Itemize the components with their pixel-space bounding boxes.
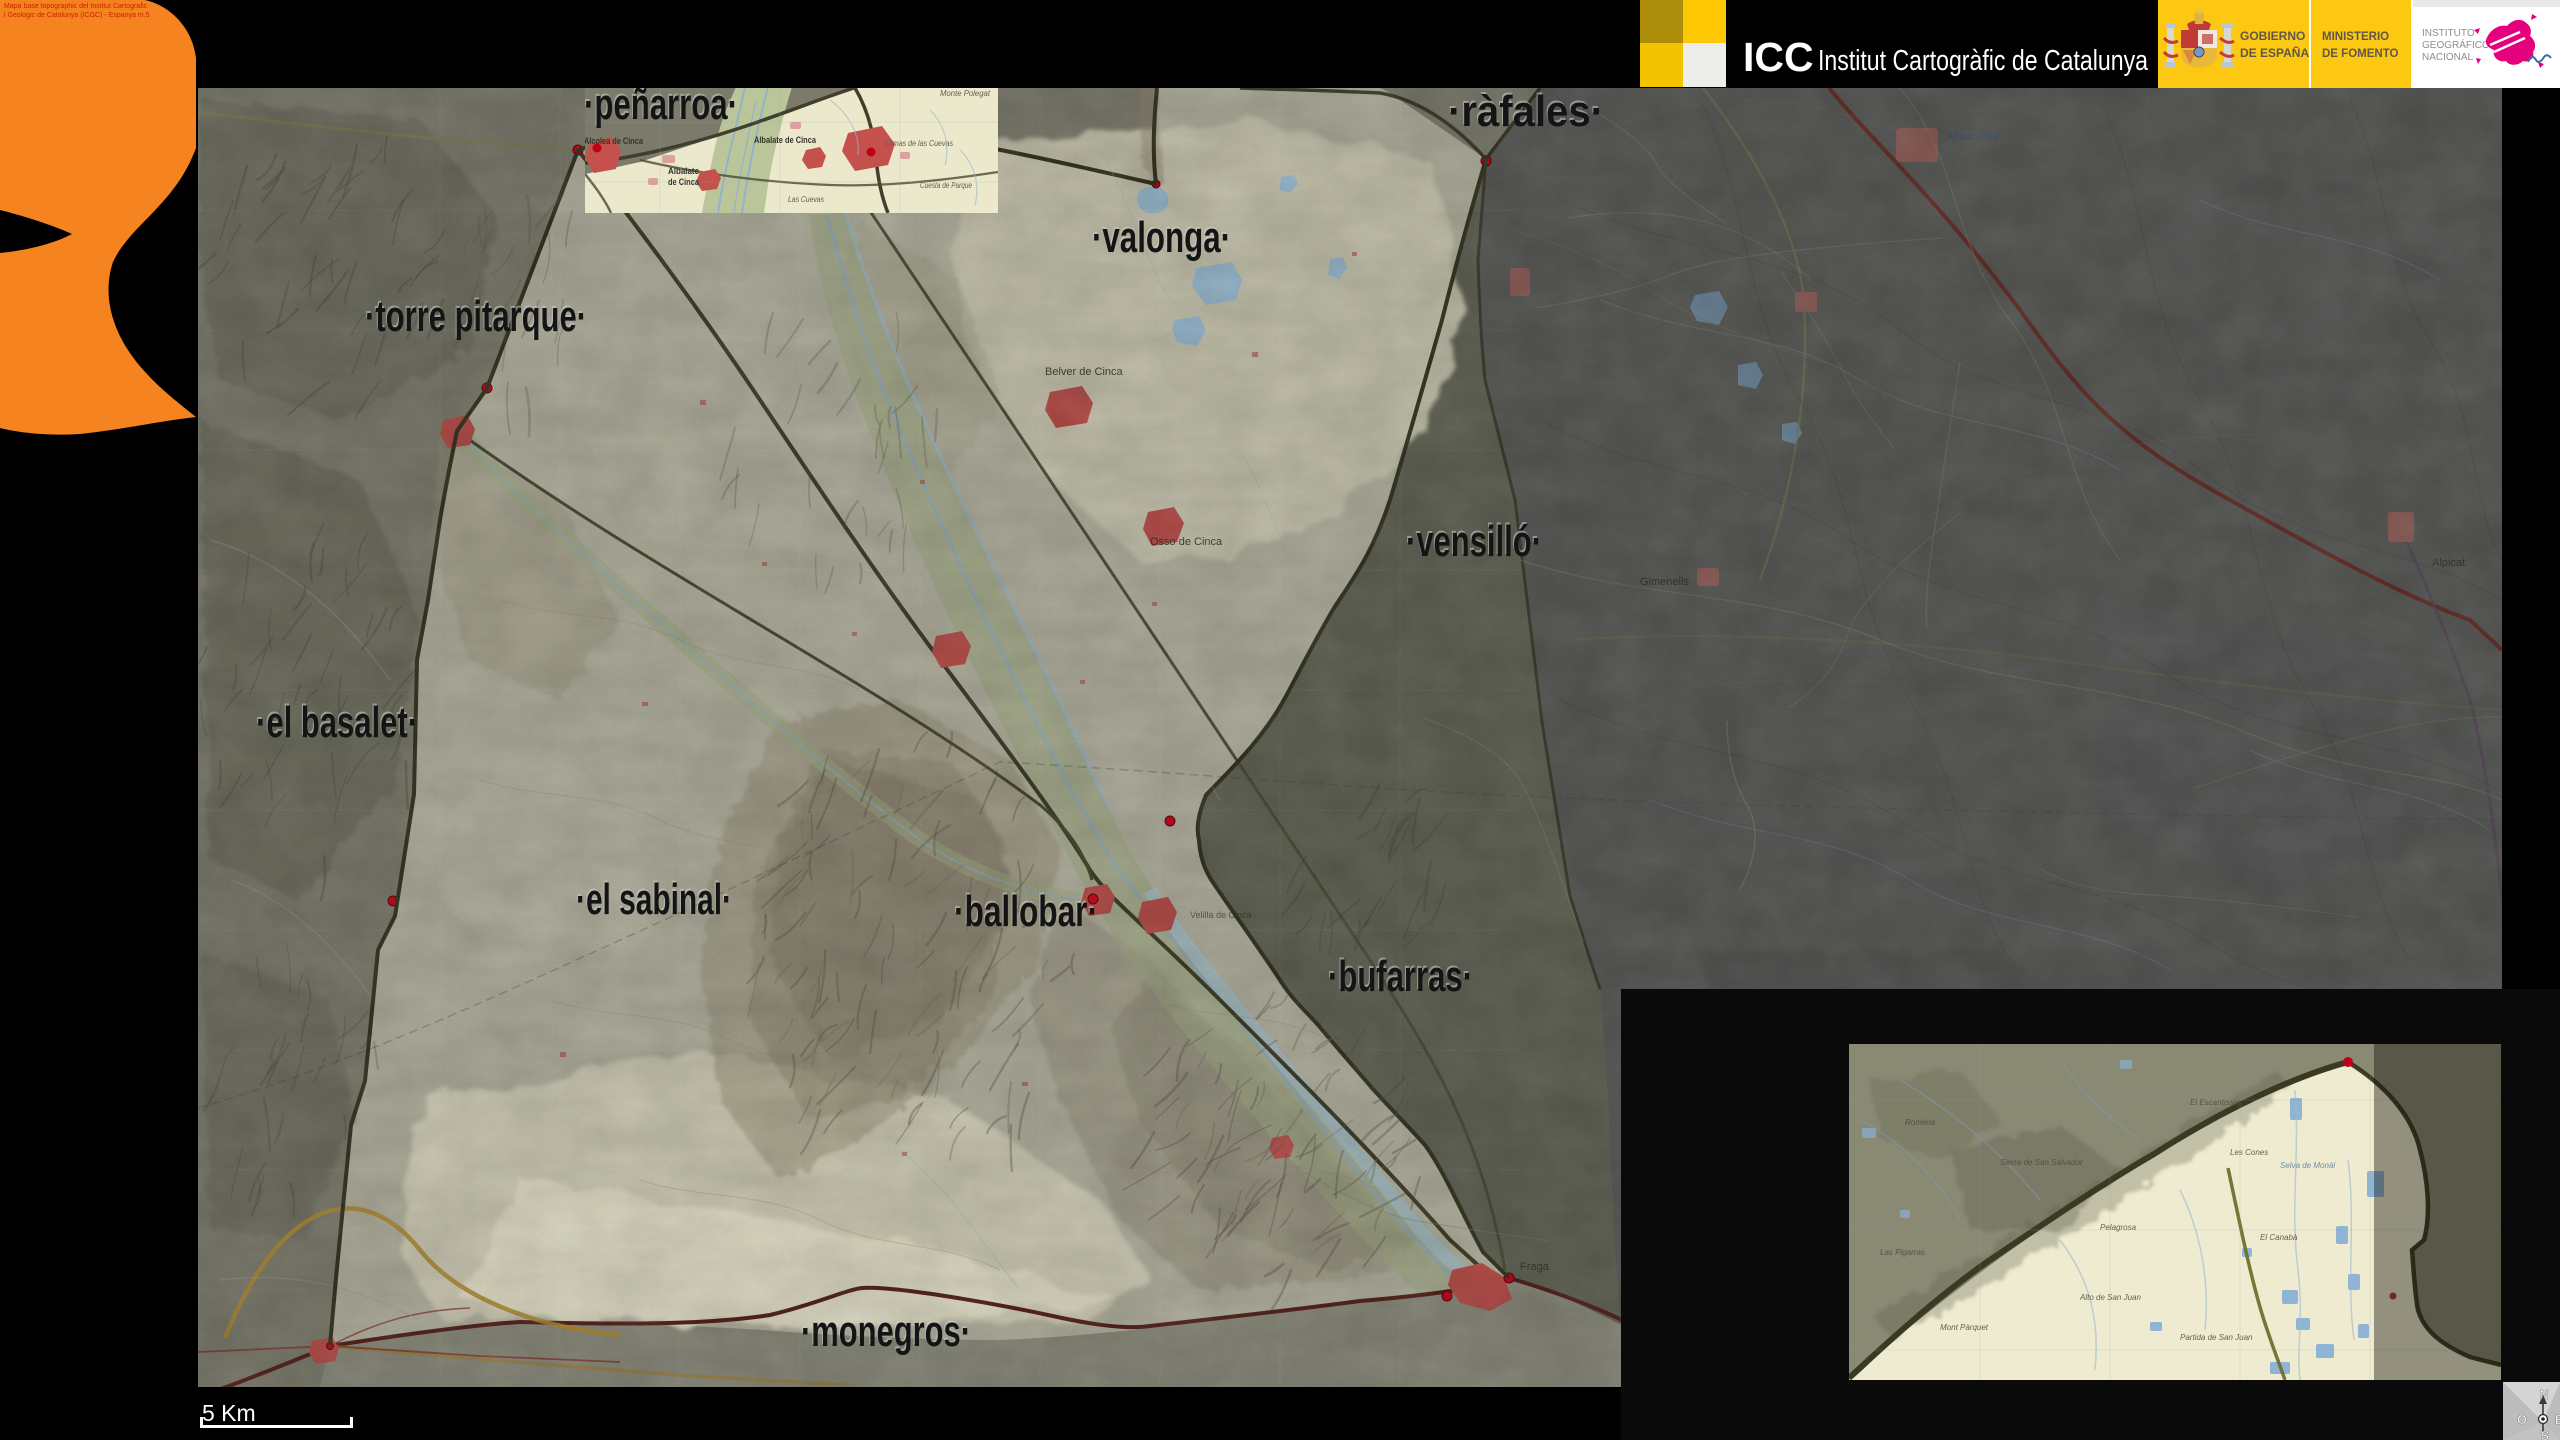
svg-text:·valonga·: ·valonga· <box>1092 213 1231 262</box>
svg-text:E: E <box>2555 1413 2560 1427</box>
svg-text:Mapa base topographic del Inst: Mapa base topographic del Institut Carto… <box>4 3 148 10</box>
svg-text:·bufarras·: ·bufarras· <box>1328 952 1473 1001</box>
svg-text:INSTITUTO: INSTITUTO <box>2422 28 2475 39</box>
svg-text:Institut Cartogràfic de Catalu: Institut Cartogràfic de Catalunya <box>1818 45 2149 77</box>
svg-text:El Escantissat: El Escantissat <box>2190 1098 2241 1107</box>
svg-text:·el basalet·: ·el basalet· <box>256 698 418 747</box>
svg-text:MINISTERIO: MINISTERIO <box>2322 31 2389 43</box>
svg-text:GOBIERNO: GOBIERNO <box>2240 29 2305 43</box>
svg-text:Alto de San Juan: Alto de San Juan <box>2079 1293 2141 1302</box>
svg-text:·el sabinal·: ·el sabinal· <box>576 875 732 924</box>
svg-text:El Canabà: El Canabà <box>2260 1233 2298 1242</box>
svg-text:·vensilló·: ·vensilló· <box>1406 517 1542 566</box>
svg-text:i Geologic de Catalunya (ICGC): i Geologic de Catalunya (ICGC) - Espanya… <box>4 12 150 19</box>
svg-text:Alcolea de Cinca: Alcolea de Cinca <box>584 136 644 146</box>
svg-text:NACIONAL: NACIONAL <box>2422 52 2474 63</box>
svg-text:Pelagrosa: Pelagrosa <box>2100 1223 2137 1232</box>
svg-text:Las Pigarras: Las Pigarras <box>1880 1248 1925 1257</box>
svg-text:ICC: ICC <box>1743 34 1814 80</box>
svg-text:Las Cuevas: Las Cuevas <box>788 194 825 204</box>
svg-text:·monegros·: ·monegros· <box>801 1307 971 1356</box>
svg-text:N: N <box>2539 1388 2548 1402</box>
svg-text:Albalate: Albalate <box>668 166 699 176</box>
svg-text:O: O <box>2517 1413 2527 1427</box>
svg-text:Les Cones: Les Cones <box>2230 1148 2268 1157</box>
svg-text:GEOGRÁFICO: GEOGRÁFICO <box>2422 38 2490 51</box>
svg-text:Lomas de las Cuevas: Lomas de las Cuevas <box>885 138 954 148</box>
svg-text:Partida de San Juan: Partida de San Juan <box>2180 1333 2253 1342</box>
svg-text:DE ESPAÑA: DE ESPAÑA <box>2240 45 2309 60</box>
svg-text:5 Km: 5 Km <box>202 1400 256 1426</box>
svg-text:Albalate de Cinca: Albalate de Cinca <box>754 135 817 145</box>
svg-text:Mont Pàrquet: Mont Pàrquet <box>1940 1323 1989 1332</box>
svg-text:Roméria: Roméria <box>1905 1118 1936 1127</box>
svg-text:DE FOMENTO: DE FOMENTO <box>2322 48 2399 60</box>
svg-text:Selva de Monàl: Selva de Monàl <box>2280 1161 2335 1170</box>
svg-text:Monte Polegat: Monte Polegat <box>940 88 991 98</box>
svg-text:·ballobar·: ·ballobar· <box>954 887 1098 936</box>
svg-text:·torre pitarque·: ·torre pitarque· <box>365 292 587 341</box>
svg-text:S: S <box>2541 1429 2549 1440</box>
svg-text:·ràfales·: ·ràfales· <box>1448 87 1604 136</box>
svg-text:Sierra de San Salvador: Sierra de San Salvador <box>2000 1158 2083 1167</box>
